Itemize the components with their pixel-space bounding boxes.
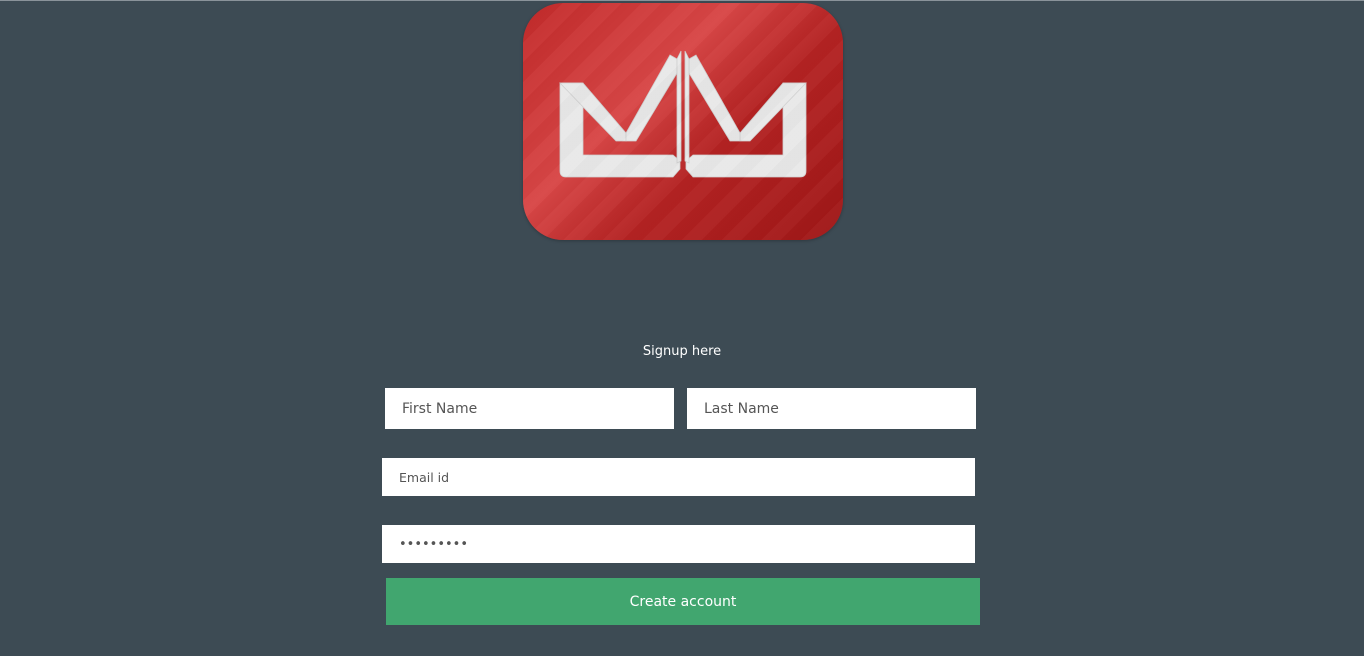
last-name-input[interactable] <box>687 388 976 429</box>
create-account-button[interactable]: Create account <box>386 578 980 625</box>
signup-title: Signup here <box>642 344 722 359</box>
first-name-input[interactable] <box>385 388 674 429</box>
password-input[interactable] <box>382 525 975 563</box>
email-input[interactable] <box>382 458 975 496</box>
app-logo <box>523 3 843 240</box>
mm-logo-icon <box>559 50 807 178</box>
